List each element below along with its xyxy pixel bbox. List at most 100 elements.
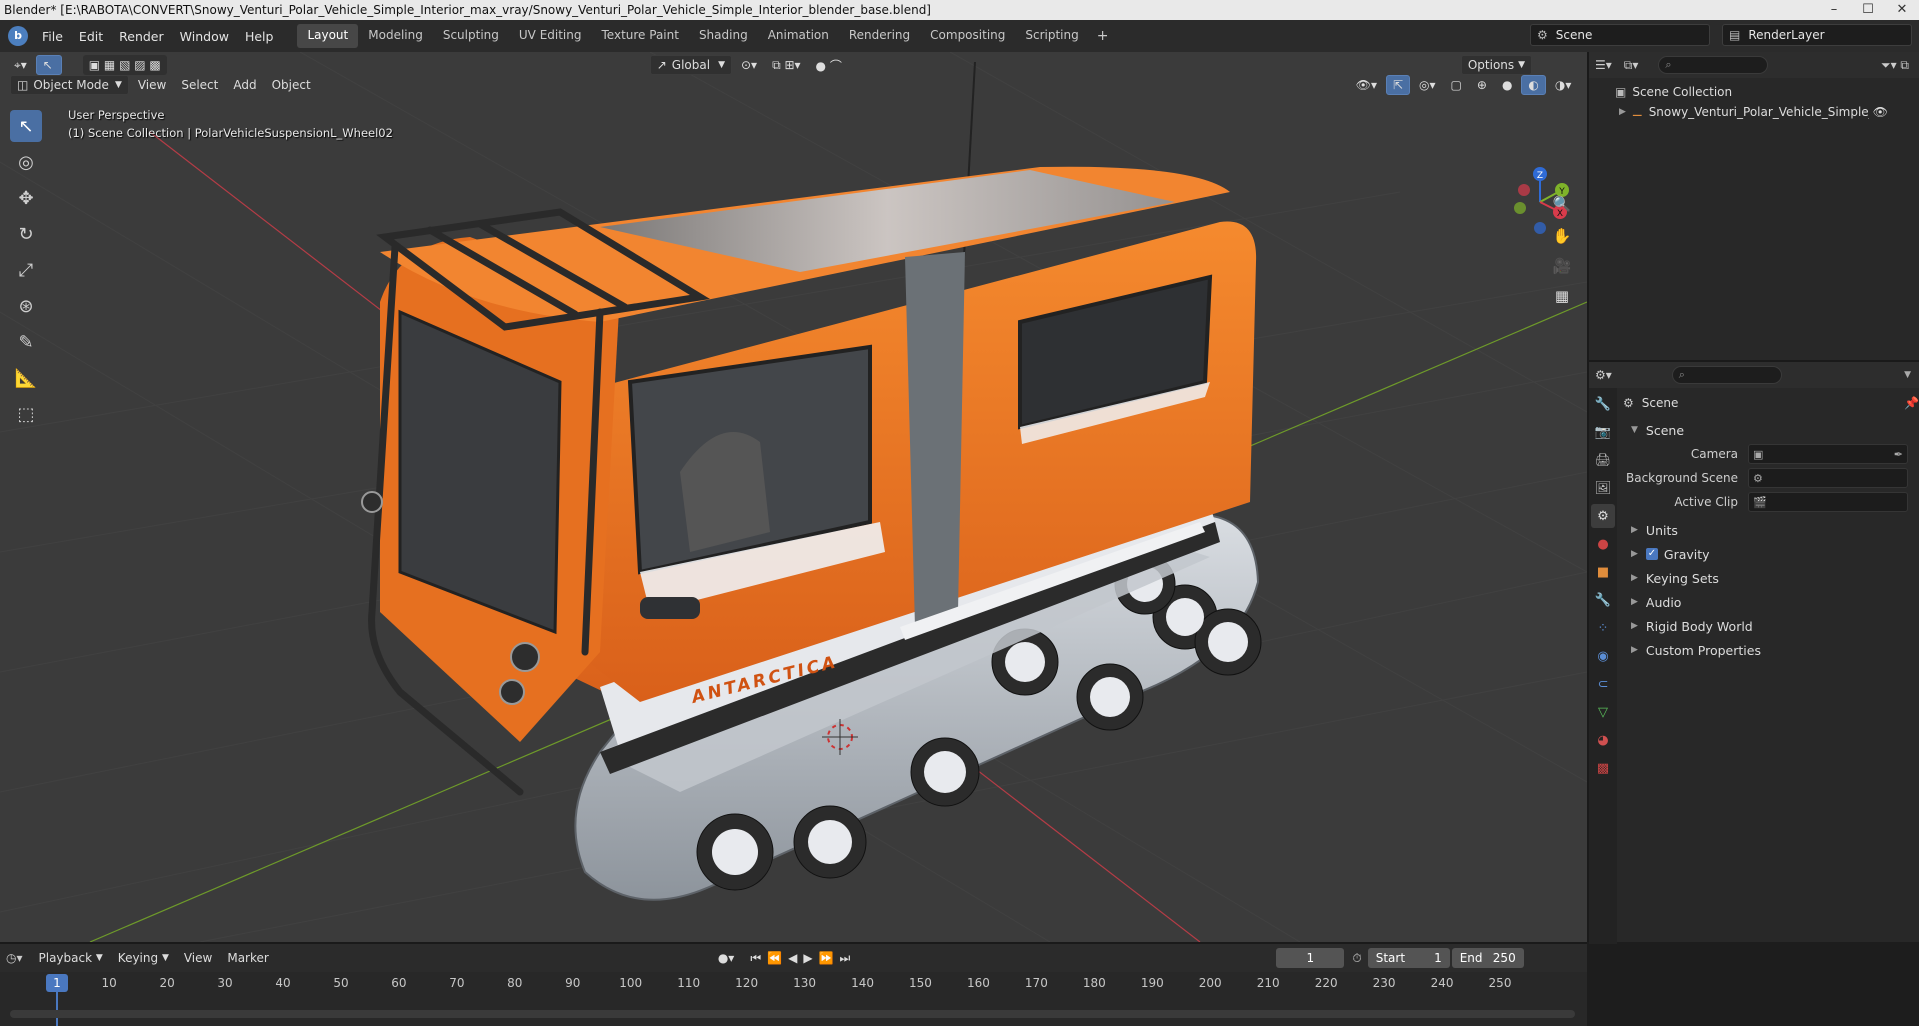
scale-tool-icon[interactable]: ⤢ [10, 254, 42, 286]
next-keyframe-icon[interactable]: ⏩ [819, 951, 840, 965]
tab-texture-paint[interactable]: Texture Paint [592, 24, 689, 48]
world-tab-icon[interactable]: ● [1591, 532, 1615, 556]
tab-animation[interactable]: Animation [758, 24, 839, 48]
perspective-toggle-icon[interactable]: ▦ [1548, 282, 1576, 310]
panel-keying-sets[interactable]: ▶ Keying Sets [1623, 566, 1919, 590]
menu-playback[interactable]: Playback ▼ [33, 948, 109, 968]
output-tab-icon[interactable]: 🖨 [1591, 448, 1615, 472]
tab-modeling[interactable]: Modeling [358, 24, 433, 48]
physics-tab-icon[interactable]: ◉ [1591, 644, 1615, 668]
outliner-row-object[interactable]: ▶ ⚊ Snowy_Venturi_Polar_Vehicle_Simple_I… [1589, 102, 1919, 122]
render-tab-icon[interactable]: 📷 [1591, 420, 1615, 444]
panel-rigid-body-world[interactable]: ▶ Rigid Body World [1623, 614, 1919, 638]
panel-custom-properties[interactable]: ▶ Custom Properties [1623, 638, 1919, 662]
outliner-row-scene-collection[interactable]: ▣ Scene Collection [1589, 82, 1919, 102]
eyedropper-icon[interactable]: ✒ [1894, 448, 1903, 461]
prev-keyframe-icon[interactable]: ⏪ [767, 951, 788, 965]
gizmo-toggle-icon[interactable]: ⇱ [1385, 75, 1411, 95]
measure-tool-icon[interactable]: 📐 [10, 362, 42, 394]
rendered-shading-icon[interactable]: ◑▾ [1549, 75, 1578, 95]
cursor-tool-icon[interactable]: ◎ [10, 146, 42, 178]
eye-icon[interactable]: 👁 [1873, 105, 1888, 119]
active-clip-field[interactable]: 🎬 [1748, 492, 1908, 512]
current-frame-field[interactable]: 1 [1276, 948, 1345, 968]
wireframe-shading-icon[interactable]: ⊕ [1471, 75, 1493, 95]
object-tab-icon[interactable]: ■ [1591, 560, 1615, 584]
tab-layout[interactable]: Layout [297, 24, 359, 48]
tool-tab-icon[interactable]: 🔧 [1591, 392, 1615, 416]
pan-hand-icon[interactable]: ✋ [1548, 222, 1576, 250]
constraints-tab-icon[interactable]: ⊂ [1591, 672, 1615, 696]
tab-scripting[interactable]: Scripting [1015, 24, 1088, 48]
maximize-button[interactable]: ☐ [1851, 0, 1885, 20]
data-tab-icon[interactable]: ▽ [1591, 700, 1615, 724]
material-shading-icon[interactable]: ◐ [1521, 75, 1546, 95]
menu-file[interactable]: File [34, 29, 71, 44]
panel-audio[interactable]: ▶ Audio [1623, 590, 1919, 614]
particles-tab-icon[interactable]: ⁘ [1591, 616, 1615, 640]
play-reverse-icon[interactable]: ◀ [788, 951, 803, 965]
end-frame-field[interactable]: End 250 [1451, 948, 1524, 968]
pin-icon[interactable]: 📌 [1904, 396, 1919, 410]
record-icon[interactable]: ●▾ [718, 951, 735, 965]
camera-field[interactable]: ▣ ✒ [1748, 444, 1908, 464]
expand-arrow-icon[interactable]: ▶ [1619, 107, 1626, 117]
rotate-tool-icon[interactable]: ↻ [10, 218, 42, 250]
play-icon[interactable]: ▶ [803, 951, 818, 965]
timeline-type-icon[interactable]: ◷▾ [6, 951, 23, 965]
menu-window[interactable]: Window [172, 29, 237, 44]
renderlayer-selector[interactable]: ▤ RenderLayer [1722, 24, 1912, 46]
select-tool-icon[interactable]: ↖ [10, 110, 42, 142]
menu-help[interactable]: Help [237, 29, 282, 44]
scene-selector[interactable]: ⚙ Scene [1530, 24, 1710, 46]
modifier-tab-icon[interactable]: 🔧 [1591, 588, 1615, 612]
overlay-icon[interactable]: ◎▾ [1413, 75, 1442, 95]
timeline-scrollbar[interactable] [10, 1010, 1575, 1018]
visibility-icon[interactable]: 👁▾ [1350, 75, 1383, 95]
camera-view-icon[interactable]: 🎥 [1548, 252, 1576, 280]
menu-select[interactable]: Select [175, 75, 224, 95]
display-mode-icon[interactable]: ⧉▾ [1624, 58, 1639, 73]
tab-uv-editing[interactable]: UV Editing [509, 24, 592, 48]
menu-marker[interactable]: Marker [221, 948, 274, 968]
scene-tab-icon[interactable]: ⚙ [1591, 504, 1615, 528]
annotate-tool-icon[interactable]: ✎ [10, 326, 42, 358]
frame-ruler[interactable]: 10 20 30 40 50 60 70 80 90 100 110 120 130 140 150 160 1… [0, 976, 1587, 998]
move-tool-icon[interactable]: ✥ [10, 182, 42, 214]
menu-view[interactable]: View [178, 948, 218, 968]
tab-sculpting[interactable]: Sculpting [433, 24, 509, 48]
blender-logo-icon[interactable]: b [8, 26, 28, 46]
menu-add[interactable]: Add [227, 75, 262, 95]
chevron-down-icon[interactable]: ▼ [1904, 370, 1911, 380]
properties-type-icon[interactable]: ⚙▾ [1595, 368, 1612, 382]
3d-viewport[interactable]: ANTARCTICA ⌖▾ ↖ ▣ ▦ ▧ ▨ ▩ ↗ Global ▼ ⊙▾ … [0, 52, 1587, 942]
menu-edit[interactable]: Edit [71, 29, 111, 44]
tab-shading[interactable]: Shading [689, 24, 758, 48]
tab-rendering[interactable]: Rendering [839, 24, 920, 48]
panel-scene-header[interactable]: ▼ Scene [1623, 418, 1919, 442]
transform-tool-icon[interactable]: ⊛ [10, 290, 42, 322]
solid-shading-icon[interactable]: ● [1496, 75, 1518, 95]
outliner-type-icon[interactable]: ☰▾ [1595, 58, 1612, 72]
xray-icon[interactable]: ▢ [1445, 75, 1468, 95]
background-scene-field[interactable]: ⚙ [1748, 468, 1908, 488]
texture-tab-icon[interactable]: ▩ [1591, 756, 1615, 780]
zoom-icon[interactable]: 🔍 [1548, 190, 1576, 218]
menu-keying[interactable]: Keying ▼ [112, 948, 175, 968]
add-workspace-icon[interactable]: + [1089, 24, 1117, 48]
menu-render[interactable]: Render [111, 29, 172, 44]
filter-icon[interactable]: ⏷▾ ⧉ [1881, 58, 1909, 73]
panel-gravity[interactable]: ▶ ✓ Gravity [1623, 542, 1919, 566]
minimize-button[interactable]: – [1817, 0, 1851, 20]
jump-end-icon[interactable]: ⏭ [840, 951, 857, 965]
stopwatch-icon[interactable]: ⏱ [1352, 951, 1361, 966]
gravity-checkbox[interactable]: ✓ [1645, 548, 1658, 560]
close-button[interactable]: ✕ [1885, 0, 1919, 20]
mode-select[interactable]: ◫ Object Mode ▼ [10, 75, 129, 95]
add-cube-tool-icon[interactable]: ⬚ [10, 398, 42, 430]
menu-object[interactable]: Object [266, 75, 317, 95]
properties-search-input[interactable]: ⌕ [1671, 366, 1782, 384]
jump-start-icon[interactable]: ⏮ [750, 951, 767, 965]
panel-units[interactable]: ▶ Units [1623, 518, 1919, 542]
outliner-search-input[interactable]: ⌕ [1658, 56, 1769, 74]
